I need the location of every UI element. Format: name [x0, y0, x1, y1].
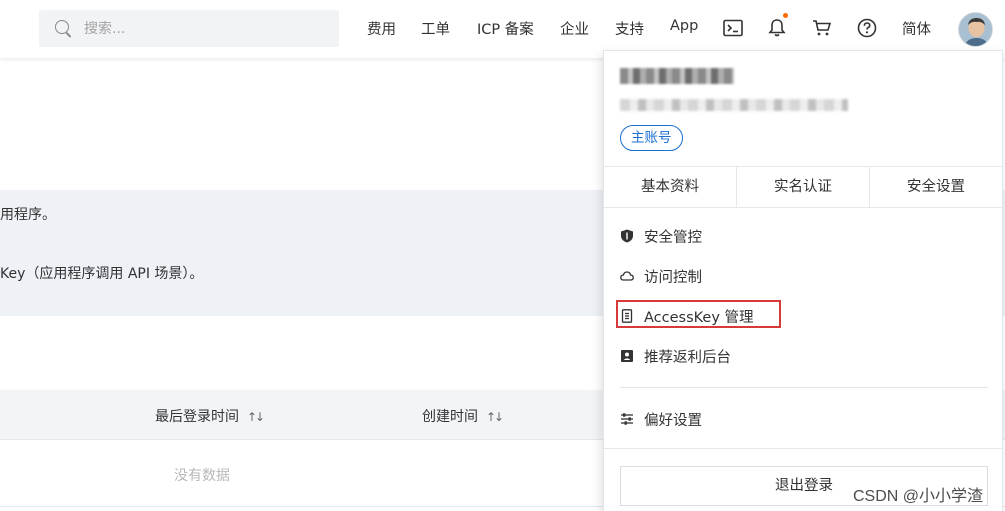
contact-card-icon: [620, 349, 634, 363]
cloud-icon: [620, 269, 634, 283]
terminal-icon[interactable]: [721, 16, 745, 40]
menu-referral-backend-label: 推荐返利后台: [644, 349, 731, 366]
watermark: CSDN @小小学渣: [853, 488, 984, 505]
main-account-badge: 主账号: [620, 125, 683, 151]
nav-icp[interactable]: ICP 备案: [477, 18, 534, 39]
redacted-username: [620, 68, 734, 84]
column-last-login-label: 最后登录时间: [155, 409, 239, 425]
tab-basic-info[interactable]: 基本资料: [604, 167, 737, 207]
banner-text-1: 用程序。: [0, 207, 56, 223]
nav-billing[interactable]: 费用: [367, 18, 396, 39]
highlight-box: [616, 300, 781, 328]
sort-icon[interactable]: ↑↓: [247, 410, 265, 424]
notification-dot: [783, 13, 788, 18]
nav-tickets[interactable]: 工单: [421, 18, 450, 39]
nav-support[interactable]: 支持: [615, 18, 644, 39]
menu-divider: [620, 387, 988, 388]
empty-state-text: 没有数据: [174, 468, 230, 484]
menu-preferences-label: 偏好设置: [644, 412, 702, 429]
column-created[interactable]: 创建时间 ↑↓: [422, 406, 504, 426]
bell-icon[interactable]: [765, 13, 789, 40]
search-icon: [55, 19, 73, 38]
cart-icon[interactable]: [810, 16, 834, 40]
nav-app[interactable]: App: [670, 18, 698, 34]
nav-enterprise[interactable]: 企业: [560, 18, 589, 39]
redacted-account-id: [620, 99, 848, 111]
menu-security-control[interactable]: 安全管控: [620, 225, 702, 247]
user-info: 主账号: [604, 51, 1002, 167]
sort-icon[interactable]: ↑↓: [486, 410, 504, 424]
avatar[interactable]: [958, 12, 993, 47]
menu-access-control[interactable]: 访问控制: [620, 265, 702, 287]
sliders-icon: [620, 412, 634, 426]
menu-preferences[interactable]: 偏好设置: [620, 408, 702, 430]
column-last-login[interactable]: 最后登录时间 ↑↓: [155, 406, 265, 426]
help-icon[interactable]: [855, 16, 879, 40]
search-box[interactable]: [39, 10, 339, 47]
menu-access-control-label: 访问控制: [644, 269, 702, 286]
tab-security-settings[interactable]: 安全设置: [870, 167, 1002, 207]
tab-real-name[interactable]: 实名认证: [737, 167, 870, 207]
search-input[interactable]: [84, 20, 324, 37]
column-created-label: 创建时间: [422, 409, 478, 425]
account-tabs: 基本资料 实名认证 安全设置: [604, 166, 1002, 208]
menu-referral-backend[interactable]: 推荐返利后台: [620, 345, 731, 367]
shield-icon: [620, 229, 634, 243]
language-switch[interactable]: 简体: [902, 18, 931, 39]
banner-text-2: Key（应用程序调用 API 场景）。: [0, 266, 204, 282]
menu-security-control-label: 安全管控: [644, 229, 702, 246]
panel-divider: [604, 448, 1002, 449]
account-dropdown-panel: 主账号 基本资料 实名认证 安全设置 安全管控 访问控制 AccessKey 管…: [603, 50, 1003, 511]
